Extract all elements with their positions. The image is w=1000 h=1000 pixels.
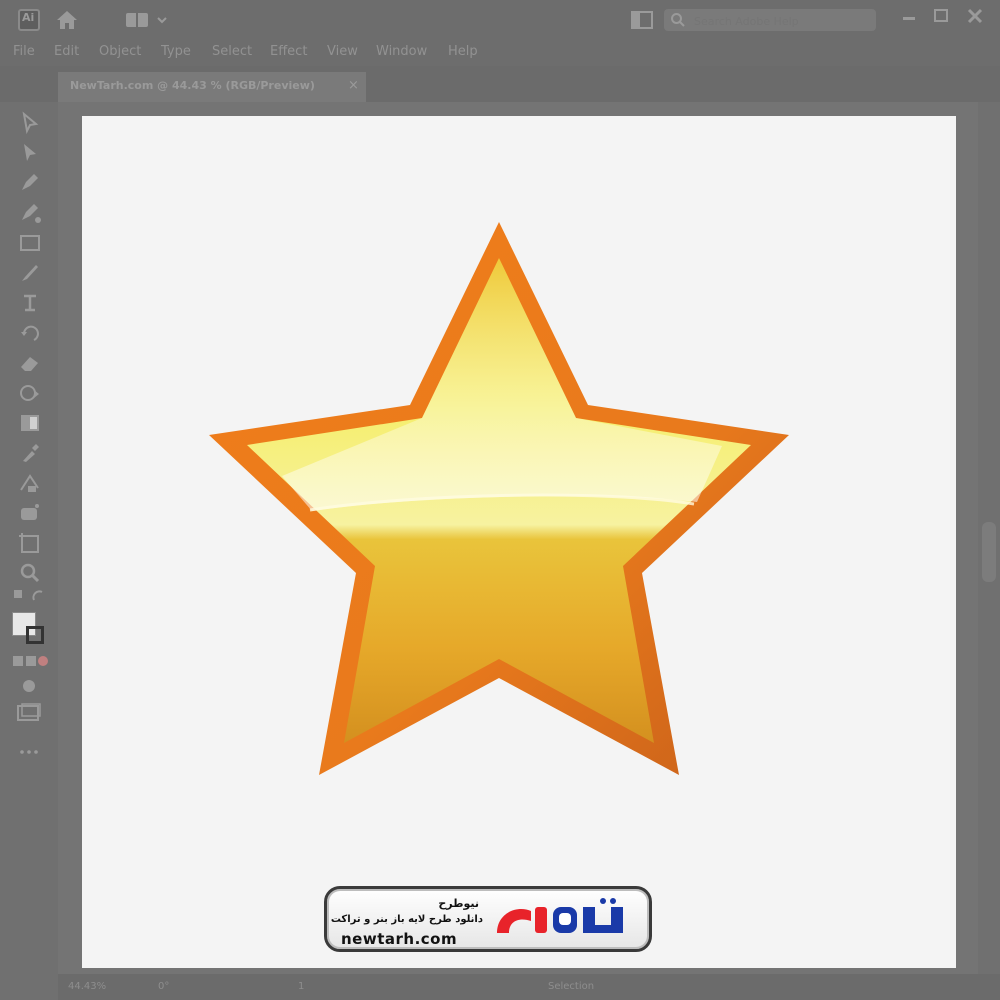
close-tab-icon[interactable]: × [348,78,359,93]
restore-icon[interactable] [928,6,954,28]
search-icon [671,13,685,27]
eyedropper-tool-icon[interactable] [16,440,44,466]
pen-tool-icon[interactable] [16,170,44,196]
watermark-subtitle: دانلود طرح لایه باز بنر و تراکت [330,914,483,925]
direct-selection-tool-icon[interactable] [16,140,44,166]
paintbrush-tool-icon[interactable] [16,260,44,286]
menu-object[interactable]: Object [99,44,141,59]
help-search[interactable] [664,9,876,31]
draw-mode-icon[interactable] [18,676,40,696]
app-logo-text: Ai [22,11,35,24]
curvature-tool-icon[interactable] [16,200,44,226]
arrange-documents-icon[interactable] [630,10,654,30]
menu-select[interactable]: Select [212,44,252,59]
document-tab[interactable]: NewTarh.com @ 44.43 % (RGB/Preview) × [58,72,366,102]
edit-toolbar-icon[interactable] [18,748,40,756]
eraser-tool-icon[interactable] [16,350,44,376]
menu-view[interactable]: View [327,44,358,59]
search-input[interactable] [692,12,872,30]
workspace-switcher-icon[interactable] [124,11,170,29]
blend-tool-icon[interactable] [16,470,44,496]
gold-star-artwork[interactable] [82,116,956,968]
illustrator-logo-icon: Ai [18,9,40,31]
tools-panel [0,66,58,1000]
title-bar: Ai [0,0,1000,40]
watermark-title: نیوطرح [438,897,479,910]
swap-colors-icon[interactable] [10,586,50,604]
gradient-tool-icon[interactable] [16,410,44,436]
watermark-url: newtarh.com [341,930,458,948]
document-tab-label: NewTarh.com @ 44.43 % (RGB/Preview) [70,79,315,92]
menu-effect[interactable]: Effect [270,44,307,59]
minimize-icon[interactable] [896,6,922,28]
rotate-tool-icon[interactable] [16,320,44,346]
menu-window[interactable]: Window [376,44,427,59]
zoom-level[interactable]: 44.43% [68,981,106,992]
menu-help[interactable]: Help [448,44,478,59]
artboard-tool-icon[interactable] [16,530,44,556]
document-tab-bar: NewTarh.com @ 44.43 % (RGB/Preview) × [0,66,1000,102]
selection-tool-icon[interactable] [16,110,44,136]
color-mode-icons[interactable] [12,654,50,668]
rotation-value[interactable]: 0° [158,981,169,992]
rectangle-tool-icon[interactable] [16,230,44,256]
menu-type[interactable]: Type [161,44,191,59]
status-bar: 44.43% 0° 1 Selection [58,974,1000,1000]
star-gloss-highlight [282,258,722,511]
artboard-number[interactable]: 1 [298,981,304,992]
menu-file[interactable]: File [13,44,35,59]
zoom-tool-icon[interactable] [16,560,44,586]
screen-mode-icon[interactable] [14,702,44,724]
current-tool-label: Selection [548,981,595,992]
symbol-sprayer-tool-icon[interactable] [16,500,44,526]
scrollbar-thumb[interactable] [982,522,996,582]
artboard[interactable] [82,116,956,968]
close-window-icon[interactable] [962,6,988,28]
menu-edit[interactable]: Edit [54,44,79,59]
newtarh-watermark: نیوطرح دانلود طرح لایه باز بنر و تراکت n… [324,886,652,952]
stroke-color-swatch[interactable] [26,626,44,644]
shape-builder-tool-icon[interactable] [16,380,44,406]
vertical-scrollbar[interactable] [978,102,1000,974]
newtarh-logo-icon [497,898,623,933]
menu-bar: File Edit Object Type Select Effect View… [0,40,1000,66]
home-icon[interactable] [54,8,80,32]
type-tool-icon[interactable] [16,290,44,316]
